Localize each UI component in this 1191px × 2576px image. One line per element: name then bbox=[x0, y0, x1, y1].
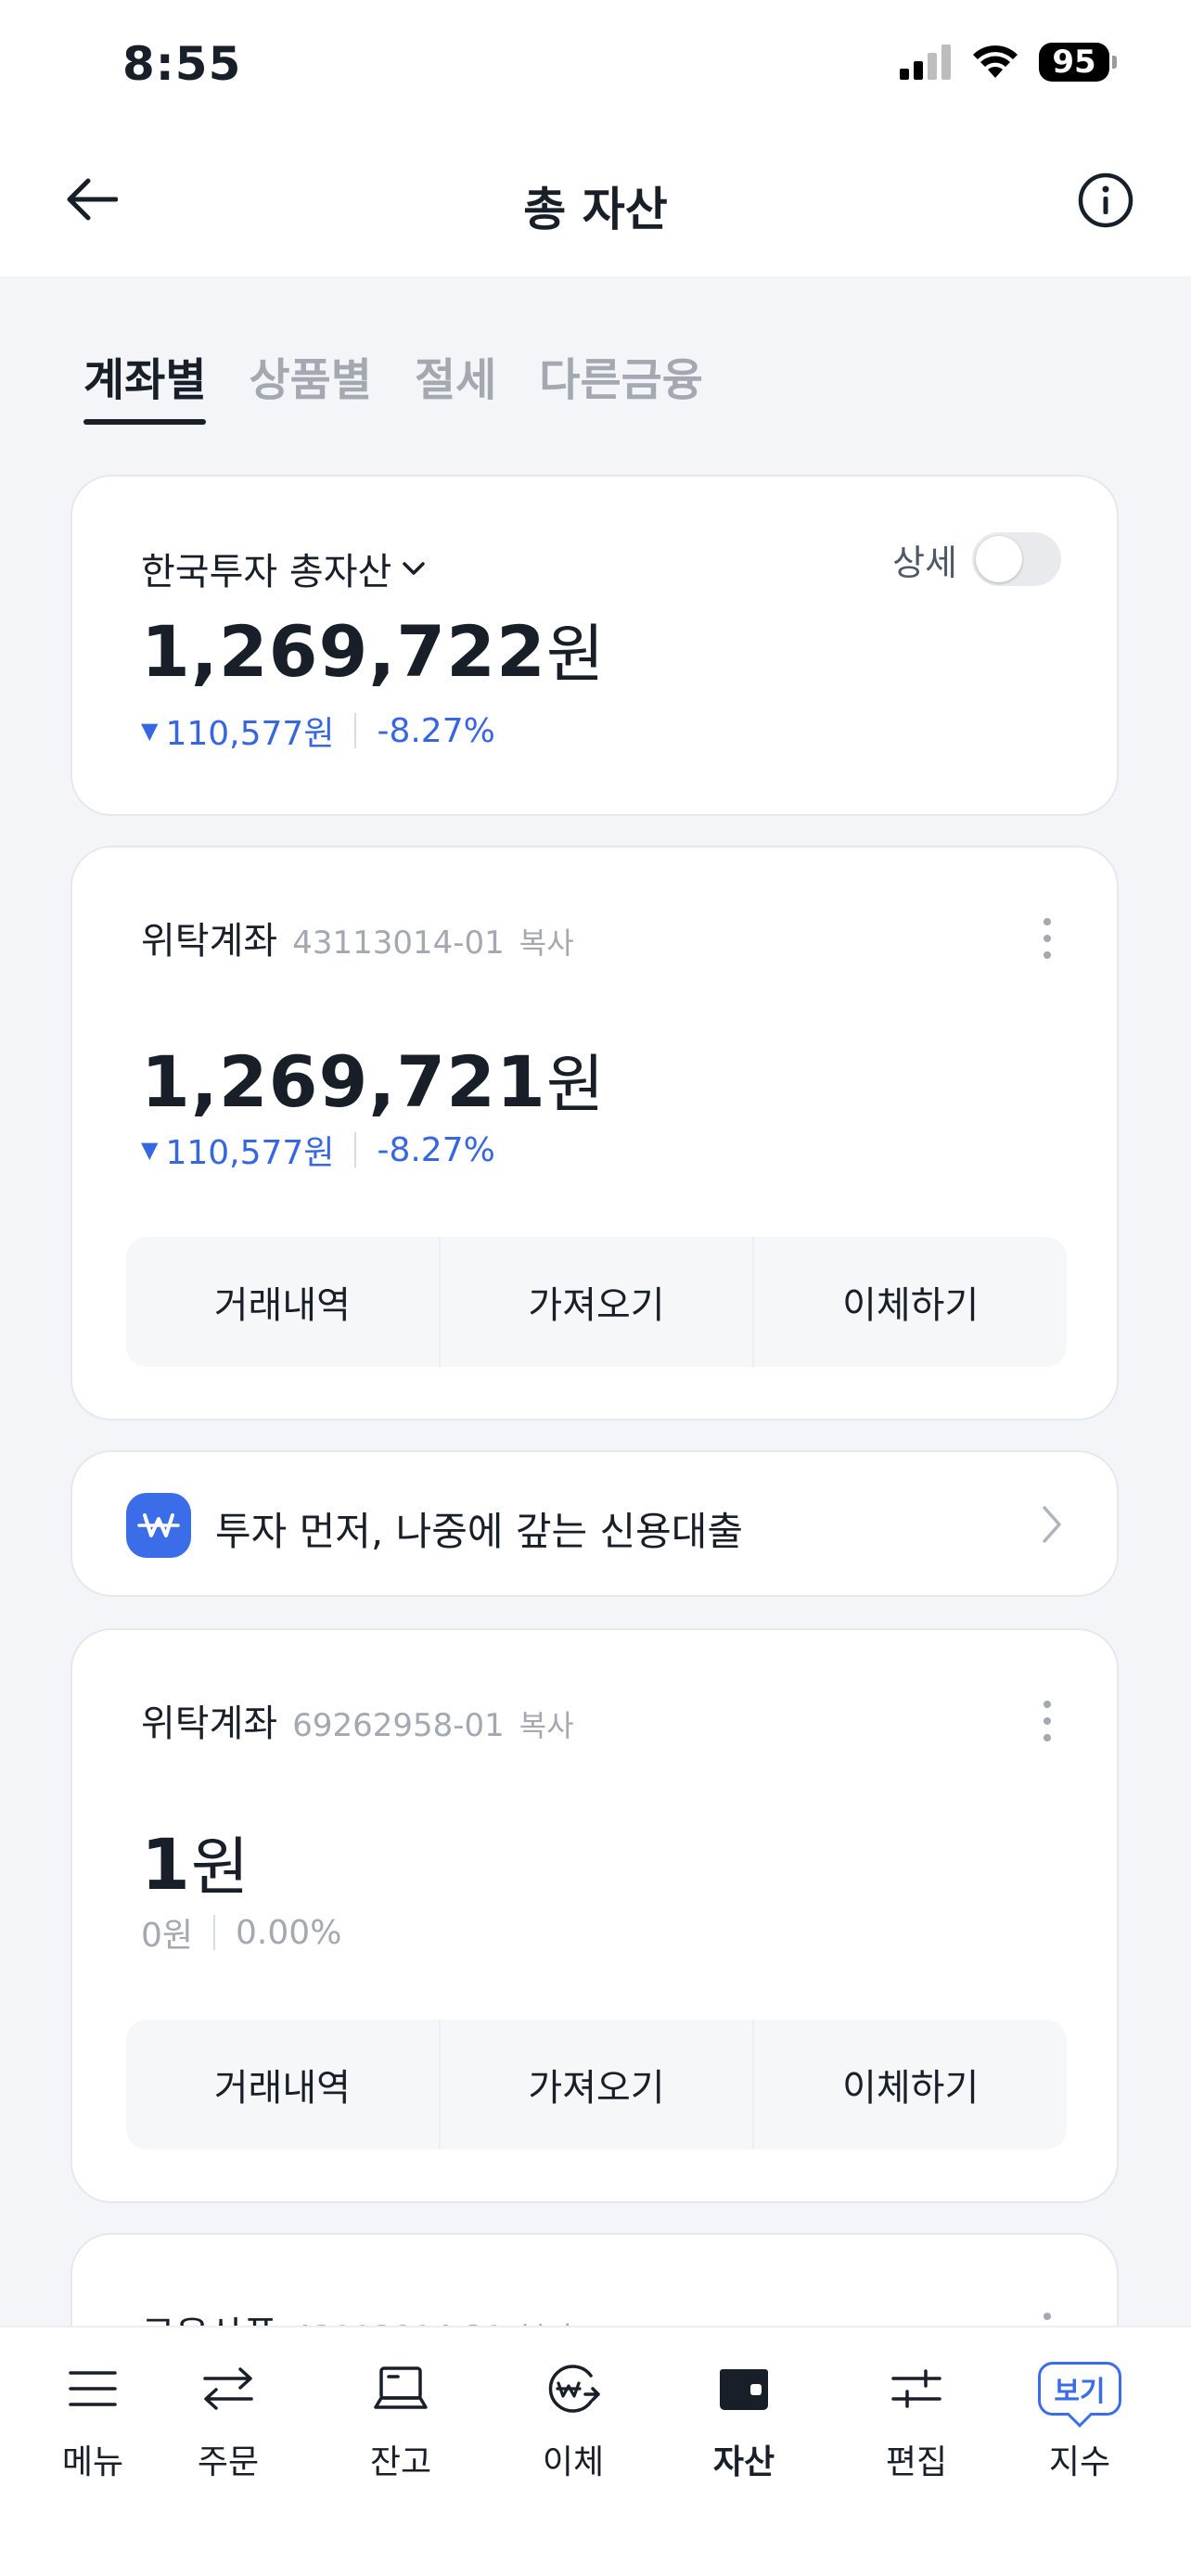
battery-level: 95 bbox=[1039, 43, 1109, 82]
more-options-icon[interactable] bbox=[1033, 918, 1061, 959]
tab-bar: 계좌별 상품별 절세 다른금융 bbox=[83, 343, 703, 425]
account-card: 위탁계좌 43113014-01 복사 1,269,721원 ▼ 110,577… bbox=[70, 846, 1119, 1421]
battery-icon: 95 bbox=[1039, 43, 1117, 82]
nav-label: 이체 bbox=[542, 2443, 605, 2481]
account-amount: 1원 bbox=[141, 1816, 250, 1907]
account-actions: 거래내역 가져오기 이체하기 bbox=[126, 1237, 1067, 1367]
account-change-amount: 0원 bbox=[141, 1917, 194, 1955]
transfer-button[interactable]: 이체하기 bbox=[754, 1237, 1067, 1367]
account-type: 위탁계좌 bbox=[141, 920, 278, 963]
chevron-right-icon bbox=[1043, 1506, 1061, 1543]
account-type: 위탁계좌 bbox=[141, 1702, 278, 1745]
account-number: 69262958-01 bbox=[292, 1707, 505, 1744]
view-badge: 보기 bbox=[1038, 2362, 1121, 2416]
nav-label: 편집 bbox=[885, 2443, 948, 2481]
account-change-percent: -8.27% bbox=[377, 1130, 495, 1169]
status-time: 8:55 bbox=[122, 37, 242, 91]
account-amount: 1,269,721원 bbox=[141, 1033, 605, 1125]
down-triangle-icon: ▼ bbox=[141, 1137, 159, 1163]
tab-by-account[interactable]: 계좌별 bbox=[83, 343, 207, 425]
laptop-icon bbox=[373, 2355, 429, 2422]
detail-toggle-group: 상세 bbox=[892, 532, 1061, 586]
nav-edit[interactable]: 편집 bbox=[852, 2355, 981, 2483]
account-header: 위탁계좌 69262958-01 복사 bbox=[141, 1693, 574, 1747]
nav-order[interactable]: 주문 bbox=[163, 2355, 293, 2483]
total-change-percent: -8.27% bbox=[377, 711, 495, 750]
import-button[interactable]: 가져오기 bbox=[441, 2020, 755, 2149]
total-assets-selector[interactable]: 한국투자 총자산 bbox=[141, 542, 427, 595]
nav-label: 잔고 bbox=[369, 2443, 432, 2481]
tab-by-product[interactable]: 상품별 bbox=[249, 343, 371, 425]
promo-text: 투자 먼저, 나중에 갚는 신용대출 bbox=[215, 1509, 744, 1554]
transfer-button[interactable]: 이체하기 bbox=[754, 2020, 1067, 2149]
transaction-history-button[interactable]: 거래내역 bbox=[126, 1237, 441, 1367]
total-amount-unit: 원 bbox=[545, 618, 606, 692]
nav-label: 자산 bbox=[712, 2443, 775, 2481]
menu-icon bbox=[68, 2355, 118, 2422]
swap-icon bbox=[201, 2355, 255, 2422]
copy-button[interactable]: 복사 bbox=[519, 1702, 574, 1745]
chevron-down-icon bbox=[403, 562, 426, 575]
nav-label: 지수 bbox=[1048, 2443, 1111, 2481]
total-assets-label: 한국투자 총자산 bbox=[141, 551, 392, 593]
account-number: 43113014-01 bbox=[292, 925, 505, 962]
account-change-amount: 110,577원 bbox=[165, 1134, 335, 1172]
total-change: ▼ 110,577원 -8.27% bbox=[141, 707, 495, 755]
credit-loan-banner[interactable]: 투자 먼저, 나중에 갚는 신용대출 bbox=[70, 1450, 1119, 1597]
account-amount-value: 1 bbox=[141, 1823, 191, 1906]
total-amount-value: 1,269,722 bbox=[141, 610, 546, 693]
transfer-icon bbox=[544, 2355, 602, 2422]
detail-label: 상세 bbox=[892, 542, 957, 583]
nav-transfer[interactable]: 이체 bbox=[508, 2355, 638, 2483]
account-card: 위탁계좌 69262958-01 복사 1원 0원 0.00% 거래내역 가져오… bbox=[70, 1628, 1119, 2203]
sliders-icon bbox=[890, 2355, 942, 2422]
info-icon bbox=[1078, 172, 1133, 228]
page-title: 총 자산 bbox=[523, 183, 668, 236]
nav-assets[interactable]: 자산 bbox=[679, 2355, 809, 2483]
won-transfer-icon bbox=[126, 1493, 191, 1558]
total-change-amount: 110,577원 bbox=[165, 715, 335, 753]
account-change-percent: 0.00% bbox=[236, 1913, 342, 1952]
status-icons: 95 bbox=[900, 43, 1117, 82]
tab-other-finance[interactable]: 다른금융 bbox=[539, 343, 703, 425]
down-triangle-icon: ▼ bbox=[141, 718, 159, 744]
copy-button[interactable]: 복사 bbox=[519, 920, 574, 963]
account-amount-unit: 원 bbox=[545, 1049, 606, 1122]
wallet-icon bbox=[717, 2355, 771, 2422]
info-button[interactable] bbox=[1076, 171, 1135, 230]
account-amount-unit: 원 bbox=[190, 1831, 250, 1905]
account-amount-value: 1,269,721 bbox=[141, 1040, 546, 1123]
tab-tax-saving[interactable]: 절세 bbox=[415, 343, 496, 425]
import-button[interactable]: 가져오기 bbox=[441, 1237, 755, 1367]
account-actions: 거래내역 가져오기 이체하기 bbox=[126, 2020, 1067, 2149]
account-change: ▼ 110,577원 -8.27% bbox=[141, 1126, 495, 1174]
nav-balance[interactable]: 잔고 bbox=[336, 2355, 466, 2483]
header-area: 8:55 95 총 자산 bbox=[0, 0, 1191, 276]
nav-index[interactable]: 보기 지수 bbox=[1015, 2355, 1145, 2483]
bottom-nav: 메뉴 주문 잔고 이체 자산 편집 보기 지수 bbox=[0, 2326, 1191, 2576]
nav-label: 주문 bbox=[197, 2443, 260, 2481]
signal-icon bbox=[900, 45, 951, 80]
account-header: 위탁계좌 43113014-01 복사 bbox=[141, 911, 574, 964]
nav-label: 메뉴 bbox=[61, 2443, 124, 2481]
detail-toggle[interactable] bbox=[972, 532, 1061, 586]
account-change: 0원 0.00% bbox=[141, 1908, 341, 1957]
transaction-history-button[interactable]: 거래내역 bbox=[126, 2020, 441, 2149]
more-options-icon[interactable] bbox=[1033, 1701, 1061, 1741]
nav-menu[interactable]: 메뉴 bbox=[28, 2355, 158, 2483]
total-assets-card: 한국투자 총자산 상세 1,269,722원 ▼ 110,577원 -8.27% bbox=[70, 475, 1119, 816]
wifi-icon bbox=[973, 45, 1018, 78]
total-amount: 1,269,722원 bbox=[141, 603, 605, 695]
